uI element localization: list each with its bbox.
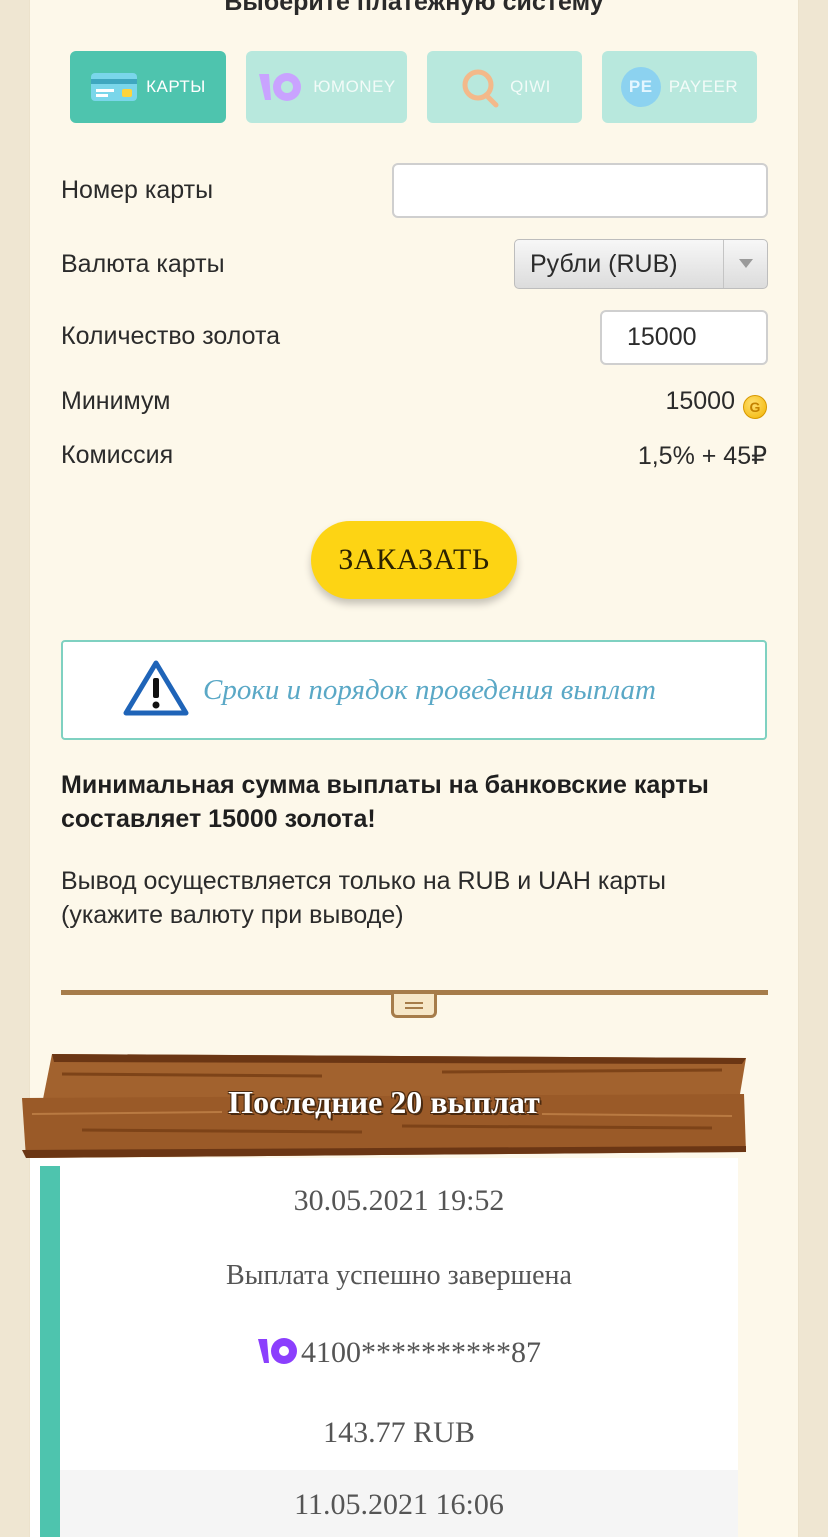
qiwi-icon [458,65,502,109]
terms-link[interactable]: Сроки и порядок проведения выплат [61,640,767,740]
tab-payeer-label: PAYEER [668,77,739,96]
gold-amount-label: Количество золота [61,322,281,350]
currency-label: Валюта карты [61,250,225,278]
gold-amount-input[interactable] [600,310,768,365]
tab-yoomoney-label: ЮMONEY [313,77,396,96]
payout-account: 4100**********87 [301,1336,541,1369]
payouts-header-board: Последние 20 выплат [22,1054,746,1158]
minimum-value-row: 15000 G [665,387,767,419]
minimum-value: 15000 [665,387,735,415]
payeer-icon-text: PE [628,77,653,96]
card-number-input[interactable] [392,163,768,218]
tab-cards-label: КАРТЫ [146,77,206,96]
tab-yoomoney[interactable]: ЮMONEY [246,51,407,123]
card-number-label: Номер карты [61,176,214,204]
payout-amount: 143.77 RUB [323,1416,475,1449]
payout-datetime: 11.05.2021 16:06 [294,1488,504,1521]
terms-link-text: Сроки и порядок проведения выплат [203,673,656,706]
payout-account-row: 4100**********87 [60,1336,738,1374]
credit-card-icon [90,71,138,103]
currency-note: Вывод осуществляется только на RUB и UAH… [61,867,667,929]
status-bar [40,1166,60,1537]
yoomoney-icon [257,1336,299,1374]
gold-coin-icon: G [743,395,767,419]
warning-icon [123,660,189,721]
tab-cards[interactable]: КАРТЫ [70,51,226,123]
commission-value: 1,5% + 45₽ [637,442,767,470]
tab-payeer[interactable]: PE PAYEER [602,51,757,123]
tab-qiwi[interactable]: QIWI [427,51,582,123]
currency-select[interactable]: Рубли (RUB) [514,239,768,289]
yoomoney-icon [257,70,305,104]
commission-label: Комиссия [61,441,174,469]
menu-toggle-icon[interactable] [391,994,437,1018]
chevron-down-icon [723,240,767,288]
order-button[interactable]: ЗАКАЗАТЬ [311,521,517,599]
payout-datetime: 30.05.2021 19:52 [293,1184,505,1217]
payouts-title: Последние 20 выплат [228,1084,540,1120]
payouts-list: 30.05.2021 19:52 Выплата успешно заверше… [30,1158,738,1537]
payeer-icon: PE [620,67,661,107]
minimum-label: Минимум [61,387,171,415]
minimum-payout-note: Минимальная сумма выплаты на банковские … [61,771,709,833]
payout-status: Выплата успешно завершена [226,1260,572,1291]
currency-selected-value: Рубли (RUB) [530,249,678,278]
page-title: Выберите платежную систему [224,0,604,16]
tab-qiwi-label: QIWI [510,77,551,96]
